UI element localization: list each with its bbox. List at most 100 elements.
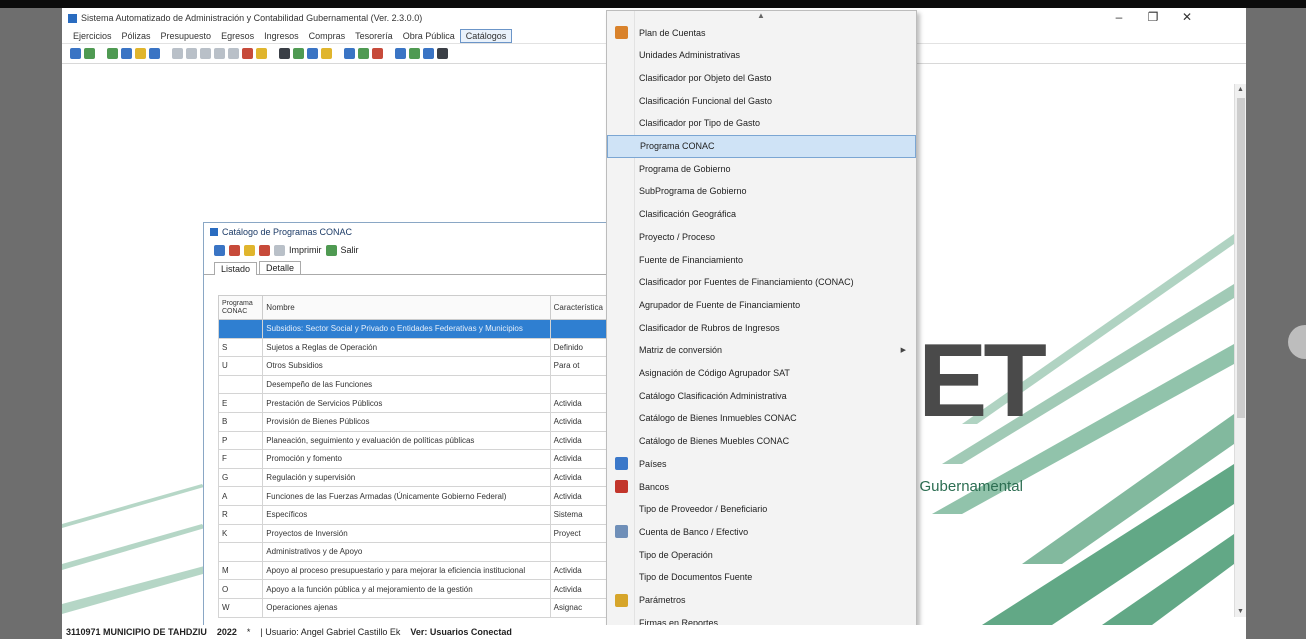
table-row[interactable]: A Funciones de las Fuerzas Armadas (Única… [217, 486, 607, 506]
toolbar-icon-19[interactable] [358, 48, 369, 59]
table-row[interactable]: S Sujetos a Reglas de Operación Definido [217, 337, 607, 358]
table-row[interactable]: Desempeño de las Funciones [217, 374, 607, 395]
menu-compras[interactable]: Compras [304, 30, 351, 42]
toolbar-icon-2[interactable] [84, 48, 95, 59]
menu-ejercicios[interactable]: Ejercicios [68, 30, 117, 42]
toolbar-icon-20[interactable] [372, 48, 383, 59]
status-connected-users[interactable]: Ver: Usuarios Conectad [410, 627, 512, 637]
scroll-down-arrow[interactable]: ▼ [1237, 608, 1244, 615]
menu-item-agrupador-de-fuente-de-financiamiento[interactable]: Agrupador de Fuente de Financiamiento [607, 293, 916, 316]
table-row[interactable]: P Planeación, seguimiento y evaluación de… [217, 430, 607, 451]
clear-filter-icon[interactable] [259, 244, 270, 256]
menu-item-clasificador-por-tipo-de-gasto[interactable]: Clasificador por Tipo de Gasto [607, 112, 916, 135]
menu-item-clasificacion-funcional-del-gasto[interactable]: Clasificación Funcional del Gasto [607, 89, 916, 112]
column-header-code[interactable]: Programa CONAC [217, 295, 264, 320]
table-row[interactable]: U Otros Subsidios Para ot [217, 356, 607, 376]
toolbar-icon-17[interactable] [321, 48, 332, 59]
menu-item-unidades-administrativas[interactable]: Unidades Administrativas [607, 44, 916, 67]
refresh-icon[interactable] [214, 244, 225, 256]
table-row[interactable]: W Operaciones ajenas Asignac [217, 597, 607, 618]
toolbar-icon-1[interactable] [70, 48, 81, 59]
column-header-char[interactable]: Característica [549, 295, 607, 320]
menu-item-asignacion-de-codigo-agrupador-sat[interactable]: Asignación de Código Agrupador SAT [607, 362, 916, 385]
cell-char: Definido [549, 337, 607, 358]
toolbar-icon-3[interactable] [107, 48, 118, 59]
cell-code: O [217, 579, 264, 599]
tab-listado[interactable]: Listado [214, 262, 258, 275]
menu-scroll-up-arrow[interactable]: ▲ [757, 11, 765, 20]
column-header-name[interactable]: Nombre [262, 295, 551, 320]
cell-name: Subsidios: Sector Social y Privado o Ent… [262, 319, 551, 339]
menu-item-programa-de-gobierno[interactable]: Programa de Gobierno [607, 157, 916, 180]
table-row[interactable]: F Promoción y fomento Activida [217, 449, 607, 469]
menu-item-bancos[interactable]: Bancos [607, 475, 916, 498]
background-logo: ET [918, 323, 1047, 439]
toolbar-icon-11[interactable] [228, 48, 239, 59]
menu-item-clasificador-por-objeto-del-gasto[interactable]: Clasificador por Objeto del Gasto [607, 66, 916, 89]
toolbar-icon-15[interactable] [293, 48, 304, 59]
toolbar-icon-7[interactable] [172, 48, 183, 59]
menu-item-fuente-de-financiamiento[interactable]: Fuente de Financiamiento [607, 248, 916, 271]
table-row[interactable]: Subsidios: Sector Social y Privado o Ent… [217, 319, 607, 339]
menu-item-clasificador-por-fuentes-de-financiamiento-conac[interactable]: Clasificador por Fuentes de Financiamien… [607, 271, 916, 294]
scroll-thumb[interactable] [1237, 98, 1245, 418]
toolbar-icon-10[interactable] [214, 48, 225, 59]
menu-obra-p-blica[interactable]: Obra Pública [398, 30, 460, 42]
menu-egresos[interactable]: Egresos [216, 30, 259, 42]
toolbar-icon-21[interactable] [395, 48, 406, 59]
toolbar-icon-23[interactable] [423, 48, 434, 59]
print-button[interactable]: Imprimir [289, 245, 322, 255]
table-row[interactable]: E Prestación de Servicios Públicos Activid… [217, 393, 607, 413]
close-button[interactable]: ✕ [1170, 10, 1204, 24]
exit-button[interactable]: Salir [341, 245, 359, 255]
toolbar-icon-8[interactable] [186, 48, 197, 59]
toolbar-icon-22[interactable] [409, 48, 420, 59]
table-row[interactable]: B Provisión de Bienes Públicos Activida [217, 411, 607, 432]
table-row[interactable]: G Regulación y supervisión Activida [217, 467, 607, 488]
menu-item-catalogo-clasificacion-administrativa[interactable]: Catálogo Clasificación Administrativa [607, 384, 916, 407]
menu-item-cuenta-de-banco-efectivo[interactable]: Cuenta de Banco / Efectivo [607, 520, 916, 543]
toolbar-icon-9[interactable] [200, 48, 211, 59]
table-row[interactable]: R Específicos Sistema [217, 504, 607, 525]
tab-detalle[interactable]: Detalle [259, 261, 302, 274]
menu-tesorer-a[interactable]: Tesorería [350, 30, 398, 42]
table-row[interactable]: Administrativos y de Apoyo [217, 542, 607, 562]
menu-item-clasificador-de-rubros-de-ingresos[interactable]: Clasificador de Rubros de Ingresos [607, 316, 916, 339]
menu-item-plan-de-cuentas[interactable]: Plan de Cuentas [607, 21, 916, 44]
menu-item-proyecto-proceso[interactable]: Proyecto / Proceso [607, 225, 916, 248]
table-row[interactable]: K Proyectos de Inversión Proyect [217, 523, 607, 544]
toolbar-icon-13[interactable] [256, 48, 267, 59]
toolbar-icon-14[interactable] [279, 48, 290, 59]
menu-item-subprograma-de-gobierno[interactable]: SubPrograma de Gobierno [607, 180, 916, 203]
side-nav-button[interactable] [1288, 325, 1306, 359]
workspace-scrollbar[interactable]: ▲ ▼ [1234, 84, 1246, 617]
menu-item-matriz-de-conversion[interactable]: Matriz de conversión ▶ [607, 339, 916, 362]
menu-item-programa-conac[interactable]: Programa CONAC [607, 134, 916, 158]
menu-item-tipo-de-operacion[interactable]: Tipo de Operación [607, 543, 916, 566]
menu-item-paises[interactable]: Países [607, 452, 916, 475]
menu-ingresos[interactable]: Ingresos [259, 30, 304, 42]
table-row[interactable]: O Apoyo a la función pública y al mejoram… [217, 579, 607, 599]
menu-item-catalogo-de-bienes-muebles-conac[interactable]: Catálogo de Bienes Muebles CONAC [607, 430, 916, 453]
restore-button[interactable]: ❐ [1136, 10, 1170, 24]
delete-icon[interactable] [229, 244, 240, 256]
toolbar-icon-6[interactable] [149, 48, 160, 59]
menu-item-catalogo-de-bienes-inmuebles-conac[interactable]: Catálogo de Bienes Inmuebles CONAC [607, 407, 916, 430]
menu-item-tipo-de-proveedor-beneficiario[interactable]: Tipo de Proveedor / Beneficiario [607, 498, 916, 521]
scroll-up-arrow[interactable]: ▲ [1237, 86, 1244, 93]
toolbar-icon-16[interactable] [307, 48, 318, 59]
toolbar-icon-4[interactable] [121, 48, 132, 59]
help-icon[interactable] [437, 48, 448, 59]
menu-item-tipo-de-documentos-fuente[interactable]: Tipo de Documentos Fuente [607, 566, 916, 589]
menu-item-clasificacion-geografica[interactable]: Clasificación Geográfica [607, 203, 916, 226]
toolbar-icon-5[interactable] [135, 48, 146, 59]
menu-item-parametros[interactable]: Parámetros [607, 589, 916, 612]
minimize-button[interactable]: – [1102, 10, 1136, 24]
menu-cat-logos[interactable]: Catálogos [459, 28, 513, 43]
menu-p-lizas[interactable]: Pólizas [117, 30, 156, 42]
toolbar-icon-12[interactable] [242, 48, 253, 59]
menu-presupuesto[interactable]: Presupuesto [156, 30, 217, 42]
filter-icon[interactable] [244, 244, 255, 256]
table-row[interactable]: M Apoyo al proceso presupuestario y para … [217, 560, 607, 581]
toolbar-icon-18[interactable] [344, 48, 355, 59]
